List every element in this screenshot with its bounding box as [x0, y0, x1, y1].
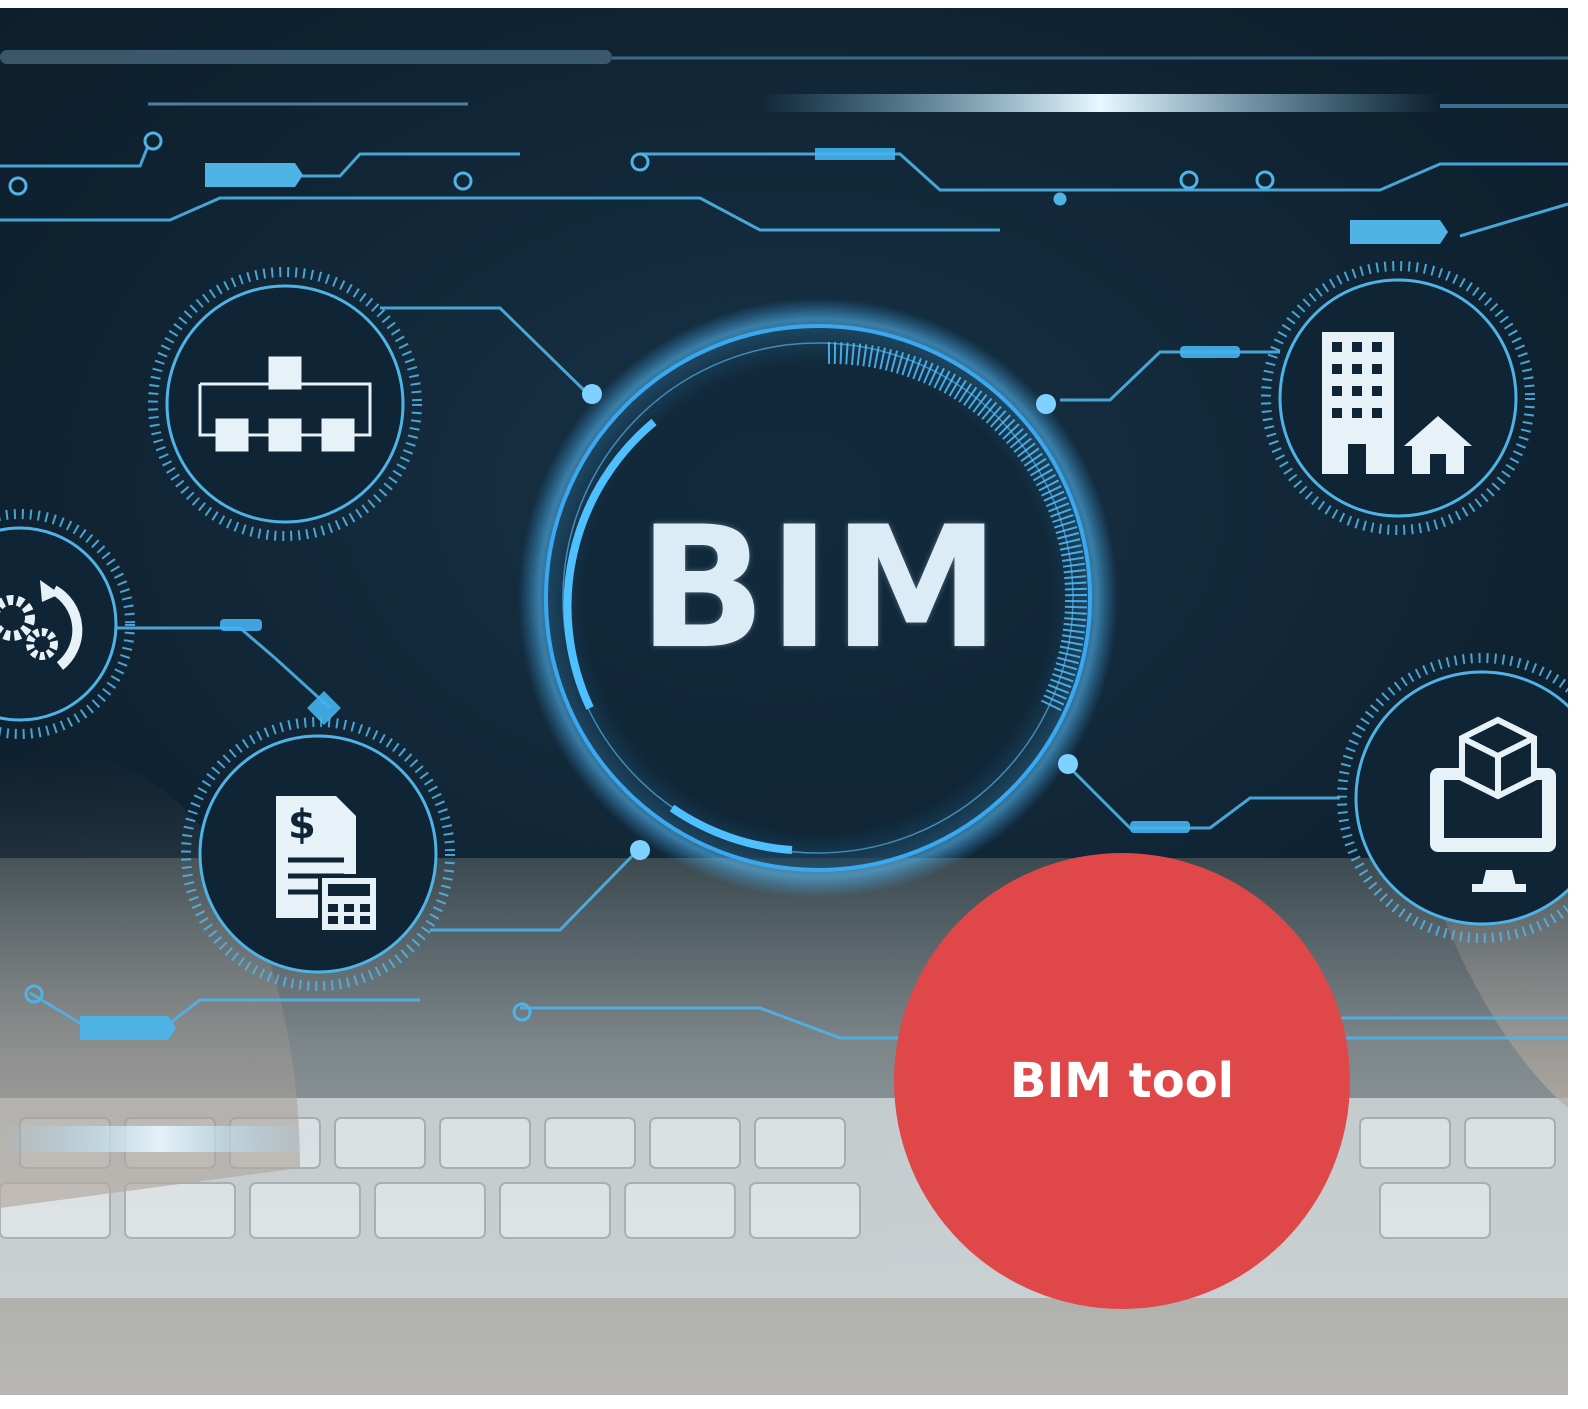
buildings-house-icon: [1261, 261, 1535, 535]
gears-cycle-icon: [0, 509, 135, 739]
bim-tool-badge[interactable]: BIM tool: [894, 853, 1350, 1309]
badge-label: BIM tool: [1009, 1053, 1235, 1109]
bim-circuit-illustration: $: [0, 50, 1568, 1395]
hero-image: $ BIM: [0, 8, 1568, 1395]
workflow-diagram-icon: [148, 267, 422, 541]
bim-title: BIM: [638, 490, 1002, 686]
svg-text:$: $: [288, 802, 316, 848]
light-flare: [760, 94, 1440, 112]
